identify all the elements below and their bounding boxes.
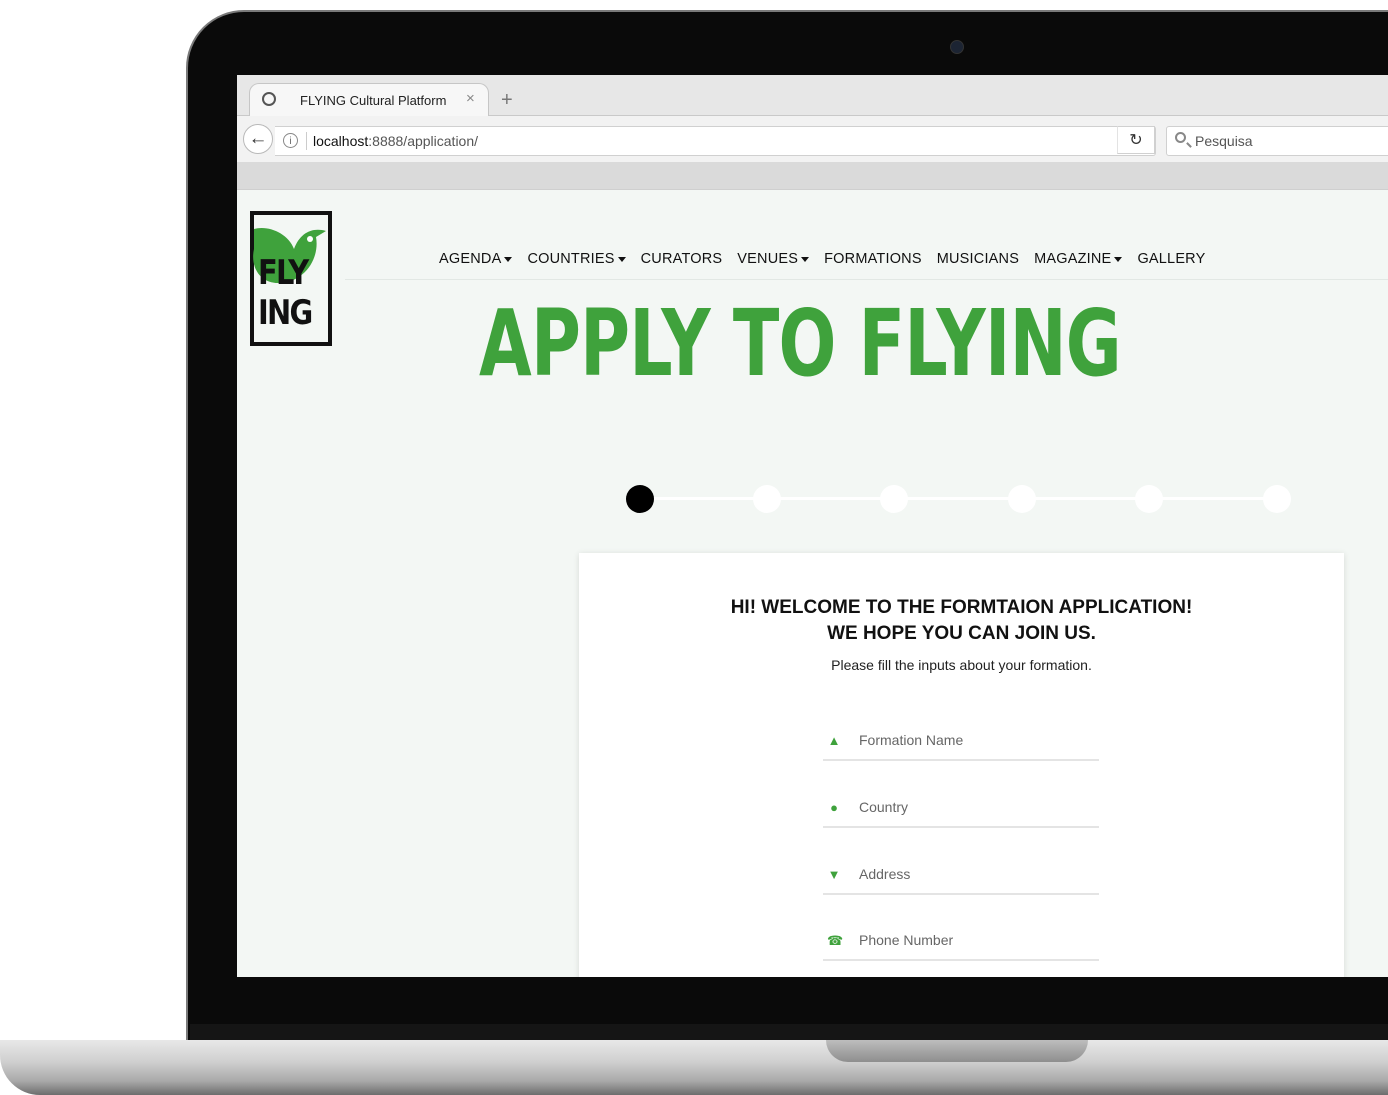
camera-icon	[950, 40, 964, 54]
browser-search-input[interactable]: Pesquisa	[1166, 126, 1388, 156]
progress-track	[640, 497, 1280, 500]
progress-step-3	[880, 485, 908, 513]
progress-step-1	[626, 485, 654, 513]
url-path: :8888/application/	[368, 133, 479, 149]
nav-item-magazine[interactable]: MAGAZINE	[1034, 251, 1123, 267]
new-tab-button[interactable]: +	[501, 89, 513, 112]
welcome-heading-line2: WE HOPE YOU CAN JOIN US.	[827, 623, 1096, 644]
caret-down-icon	[504, 256, 513, 262]
progress-step-5	[1135, 485, 1163, 513]
address-input[interactable]	[857, 865, 1091, 883]
nav-item-curators[interactable]: CURATORS	[641, 251, 723, 267]
welcome-heading: HI! WELCOME TO THE FORMTAION APPLICATION…	[579, 595, 1344, 647]
info-icon[interactable]: i	[283, 133, 298, 148]
tab-strip: FLYING Cultural Platform × +	[237, 75, 1388, 117]
map-pin-icon: ▼	[827, 867, 841, 882]
logo-text-ing: ING	[258, 293, 313, 333]
bezel-bottom	[190, 1024, 1388, 1040]
favicon-icon	[262, 92, 276, 106]
search-icon	[1175, 132, 1186, 143]
field-country: ●	[823, 792, 1099, 828]
url-text[interactable]: localhost:8888/application/	[313, 133, 478, 149]
phone-icon: ☎	[827, 933, 844, 948]
laptop-notch	[826, 1040, 1088, 1062]
main-nav: AGENDA COUNTRIES CURATORS VENUES FORMATIONS M…	[439, 251, 1220, 273]
page-title: APPLY TO FLYING	[479, 290, 1122, 397]
globe-icon: ●	[830, 800, 838, 815]
logo-text-fly: FLY	[258, 253, 309, 293]
country-input[interactable]	[857, 798, 1091, 816]
nav-item-musicians[interactable]: MUSICIANS	[937, 251, 1019, 267]
browser-toolbar: i localhost:8888/application/ ← ↻ Pesqui…	[237, 116, 1388, 162]
nav-item-formations[interactable]: FORMATIONS	[824, 251, 922, 267]
tab-flying[interactable]: FLYING Cultural Platform ×	[249, 83, 489, 117]
progress-step-2	[753, 485, 781, 513]
bookmarks-bar	[237, 162, 1388, 190]
application-card: HI! WELCOME TO THE FORMTAION APPLICATION…	[579, 553, 1344, 977]
field-address: ▼	[823, 859, 1099, 895]
flying-logo[interactable]: FLY ING	[250, 211, 332, 346]
laptop-base	[0, 1040, 1388, 1095]
back-button[interactable]: ←	[243, 124, 273, 154]
nav-item-venues[interactable]: VENUES	[737, 251, 810, 267]
url-bar[interactable]: i localhost:8888/application/	[275, 126, 1156, 156]
nav-item-gallery[interactable]: GALLERY	[1137, 251, 1205, 267]
field-formation-name: ▲	[823, 725, 1099, 761]
nav-item-countries[interactable]: COUNTRIES	[527, 251, 626, 267]
form-instructions: Please fill the inputs about your format…	[831, 657, 1092, 673]
user-icon: ▲	[827, 733, 841, 748]
url-separator	[306, 132, 307, 150]
close-tab-icon[interactable]: ×	[466, 90, 475, 107]
url-host: localhost	[313, 133, 369, 149]
nav-item-agenda[interactable]: AGENDA	[439, 251, 513, 267]
caret-down-icon	[617, 256, 626, 262]
nav-divider	[345, 279, 1388, 280]
tab-title: FLYING Cultural Platform	[300, 93, 447, 108]
progress-step-6	[1263, 485, 1291, 513]
reload-button[interactable]: ↻	[1117, 126, 1155, 154]
field-phone-number: ☎	[823, 925, 1099, 961]
phone-number-input[interactable]	[857, 931, 1091, 949]
caret-down-icon	[1114, 256, 1123, 262]
screen: FLYING Cultural Platform × + i localhost…	[237, 75, 1388, 977]
caret-down-icon	[801, 256, 810, 262]
formation-name-input[interactable]	[857, 731, 1091, 749]
progress-step-4	[1008, 485, 1036, 513]
welcome-heading-line1: HI! WELCOME TO THE FORMTAION APPLICATION…	[730, 597, 1193, 618]
search-placeholder: Pesquisa	[1195, 133, 1253, 149]
